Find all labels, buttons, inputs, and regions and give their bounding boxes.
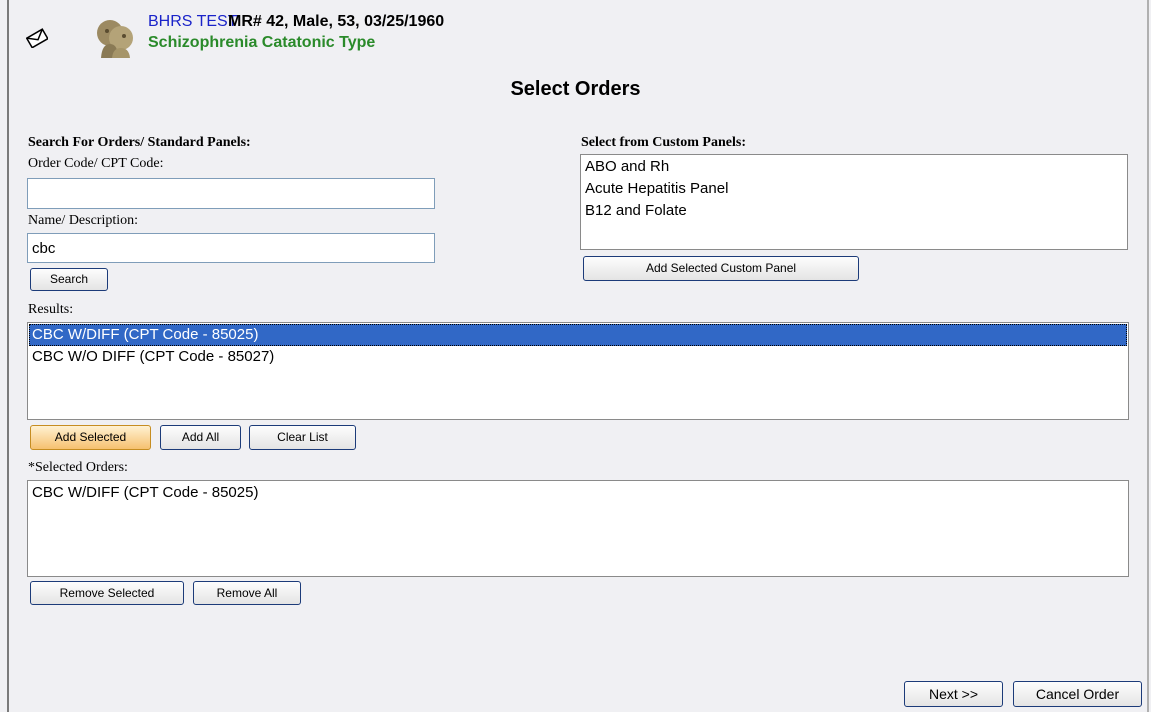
envelope-icon[interactable]	[25, 28, 49, 53]
add-selected-button[interactable]: Add Selected	[30, 425, 151, 450]
patient-diagnosis: Schizophrenia Catatonic Type	[148, 34, 376, 51]
order-code-label: Order Code/ CPT Code:	[28, 156, 164, 171]
list-item[interactable]: Acute Hepatitis Panel	[582, 178, 1126, 200]
order-code-input[interactable]	[27, 178, 435, 209]
two-people-icon	[96, 18, 134, 63]
remove-all-button[interactable]: Remove All	[193, 581, 301, 605]
custom-panels-label: Select from Custom Panels:	[581, 135, 746, 150]
patient-name[interactable]: BHRS TEST	[148, 13, 238, 31]
list-item[interactable]: CBC W/DIFF (CPT Code - 85025)	[29, 324, 1127, 346]
list-item[interactable]: ABO and Rh	[582, 156, 1126, 178]
list-item[interactable]: B12 and Folate	[582, 200, 1126, 222]
add-custom-panel-button[interactable]: Add Selected Custom Panel	[583, 256, 859, 281]
patient-info: MR# 42, Male, 53, 03/25/1960	[228, 13, 445, 30]
window-left-border	[7, 0, 9, 712]
name-description-input[interactable]	[27, 233, 435, 263]
remove-selected-button[interactable]: Remove Selected	[30, 581, 184, 605]
page-title: Select Orders	[510, 78, 641, 100]
clear-list-button[interactable]: Clear List	[249, 425, 356, 450]
selected-orders-list[interactable]: CBC W/DIFF (CPT Code - 85025)	[27, 480, 1129, 577]
add-all-button[interactable]: Add All	[160, 425, 241, 450]
next-button[interactable]: Next >>	[904, 681, 1003, 707]
name-description-label: Name/ Description:	[28, 213, 139, 228]
list-item[interactable]: CBC W/DIFF (CPT Code - 85025)	[29, 482, 1127, 504]
window-right-border	[1147, 0, 1149, 712]
custom-panels-list[interactable]: ABO and Rh Acute Hepatitis Panel B12 and…	[580, 154, 1128, 250]
search-section-label: Search For Orders/ Standard Panels:	[28, 135, 251, 150]
search-button[interactable]: Search	[30, 268, 108, 291]
list-item[interactable]: CBC W/O DIFF (CPT Code - 85027)	[29, 346, 1127, 368]
cancel-order-button[interactable]: Cancel Order	[1013, 681, 1142, 707]
selected-orders-label: *Selected Orders:	[28, 460, 128, 475]
results-list[interactable]: CBC W/DIFF (CPT Code - 85025) CBC W/O DI…	[27, 322, 1129, 420]
results-label: Results:	[28, 302, 74, 317]
